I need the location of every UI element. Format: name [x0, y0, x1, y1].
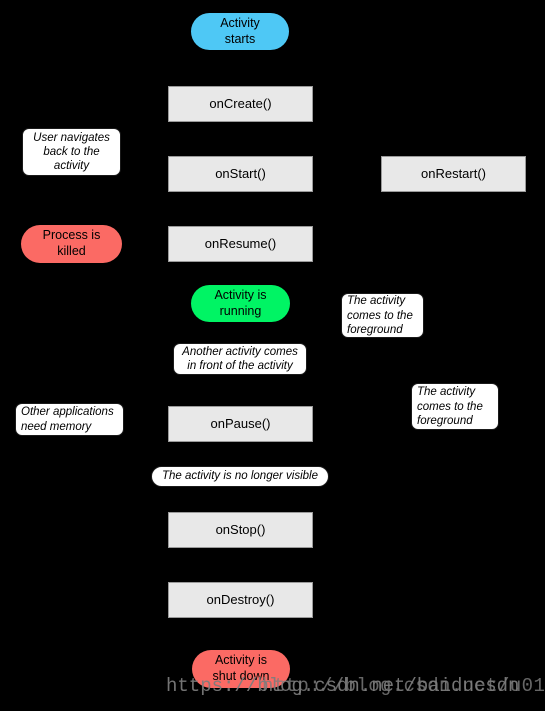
method-box-on-pause: onPause(): [168, 406, 313, 442]
watermark-secondary: http://blog.csdn.net/u011528883: [262, 675, 545, 697]
state-process-killed: Process is killed: [21, 225, 122, 263]
note-user-navigates-back-text: User navigates back to the activity: [33, 131, 110, 173]
state-activity-starts-label: Activity starts: [220, 15, 260, 46]
state-process-killed-label: Process is killed: [42, 228, 101, 258]
method-box-on-create: onCreate(): [168, 86, 313, 122]
note-activity-to-foreground-upper: The activity comes to the foreground: [341, 293, 424, 338]
method-box-on-restart: onRestart(): [381, 156, 526, 192]
note-another-activity-in-front: Another activity comes in front of the a…: [173, 343, 307, 375]
state-activity-running-label: Activity is running: [214, 287, 267, 318]
method-box-on-start: onStart(): [168, 156, 313, 192]
method-label-on-resume: onResume(): [204, 236, 277, 252]
note-activity-to-foreground-lower-text: The activity comes to the foreground: [417, 386, 483, 427]
note-activity-no-longer-visible-text: The activity is no longer visible: [162, 470, 318, 483]
note-another-activity-in-front-text: Another activity comes in front of the a…: [182, 345, 298, 372]
method-box-on-destroy: onDestroy(): [168, 582, 313, 618]
method-label-on-pause: onPause(): [210, 416, 271, 432]
method-label-on-restart: onRestart(): [420, 166, 487, 182]
note-activity-to-foreground-lower: The activity comes to the foreground: [411, 383, 499, 430]
method-label-on-stop: onStop(): [215, 522, 266, 538]
note-other-apps-need-memory-text: Other applications need memory: [21, 406, 114, 433]
method-box-on-stop: onStop(): [168, 512, 313, 548]
note-user-navigates-back: User navigates back to the activity: [22, 128, 121, 176]
activity-lifecycle-diagram: Activity starts onCreate() User navigate…: [0, 0, 545, 711]
method-box-on-resume: onResume(): [168, 226, 313, 262]
state-activity-running: Activity is running: [191, 285, 290, 322]
note-activity-to-foreground-upper-text: The activity comes to the foreground: [347, 295, 413, 336]
note-activity-no-longer-visible: The activity is no longer visible: [151, 466, 329, 487]
method-label-on-start: onStart(): [215, 166, 266, 182]
state-activity-starts: Activity starts: [191, 13, 289, 50]
method-label-on-create: onCreate(): [209, 96, 272, 112]
method-label-on-destroy: onDestroy(): [206, 592, 275, 608]
note-other-apps-need-memory: Other applications need memory: [15, 403, 124, 436]
